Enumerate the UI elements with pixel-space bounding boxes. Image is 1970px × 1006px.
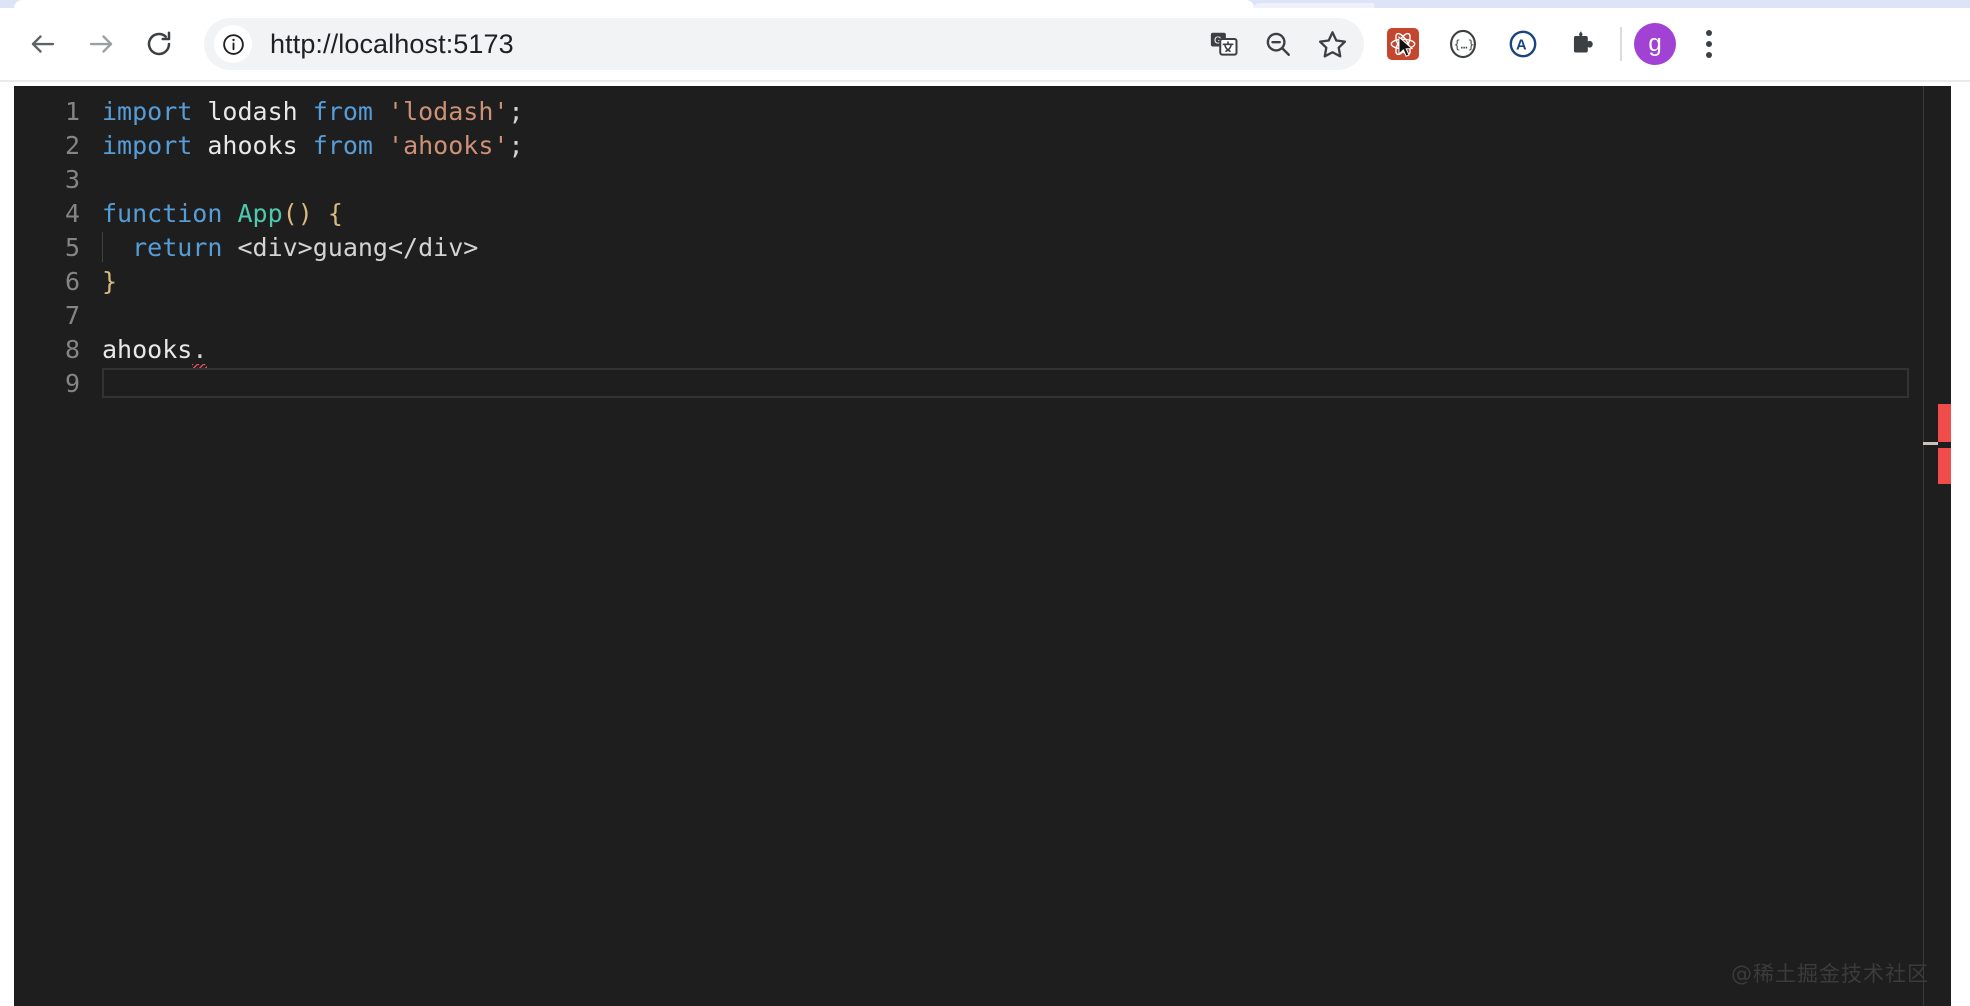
code-line[interactable]: 3 (14, 162, 1951, 196)
back-button[interactable] (20, 21, 66, 67)
line-content[interactable]: import ahooks from 'ahooks'; (102, 131, 524, 160)
menu-dot (1706, 30, 1712, 36)
translate-icon: G (1210, 32, 1238, 56)
line-number: 9 (64, 368, 80, 398)
code-line[interactable]: 4 function App() { (14, 196, 1951, 230)
zoom-out-icon (1266, 32, 1290, 56)
menu-dot (1706, 41, 1712, 47)
line-number: 2 (64, 130, 80, 160)
line-content[interactable]: function App() { (102, 199, 343, 228)
token-keyword: import (102, 96, 193, 126)
current-line-highlight (102, 368, 1909, 398)
line-number: 4 (64, 198, 80, 228)
ruler-separator (1923, 86, 1924, 1006)
address-bar[interactable]: http://localhost:5173 G (204, 18, 1364, 70)
forward-button[interactable] (78, 21, 124, 67)
forward-arrow-icon (89, 35, 113, 53)
code-line[interactable]: 5 return <div>guang</div> (14, 230, 1951, 264)
line-content[interactable]: return <div>guang</div> (102, 233, 478, 262)
puzzle-extensions-icon (1573, 31, 1593, 53)
reload-button[interactable] (136, 21, 182, 67)
reload-icon (147, 31, 171, 56)
token-identifier: lodash (192, 96, 313, 126)
token-keyword: return (132, 232, 223, 262)
token-keyword: from (312, 130, 373, 160)
token-bracket: } (102, 266, 118, 296)
react-devtools-icon (1387, 28, 1419, 60)
omnibox-actions: G (1200, 20, 1356, 68)
line-content[interactable]: import lodash from 'lodash'; (102, 97, 524, 126)
error-marker[interactable] (1938, 448, 1951, 484)
cursor-position-marker (1923, 442, 1938, 445)
code-line-current[interactable]: 9 (14, 366, 1951, 400)
code-line[interactable]: 8 ahooks. (14, 332, 1951, 369)
line-number: 1 (64, 96, 80, 126)
url-text[interactable]: http://localhost:5173 (270, 29, 514, 60)
editor-overview-ruler[interactable] (1923, 86, 1951, 1006)
browser-window: http://localhost:5173 G {…} A g 1 import… (0, 0, 1970, 1006)
extension-icons: {…} A (1378, 19, 1608, 69)
token-keyword: from (312, 96, 373, 126)
code-editor[interactable]: 1 import lodash from 'lodash'; 2 import … (14, 86, 1951, 1006)
bookmark-button[interactable] (1308, 20, 1356, 68)
svg-text:{…}: {…} (1454, 38, 1475, 52)
json-formatter-icon: {…} (1450, 29, 1476, 59)
browser-toolbar: http://localhost:5173 G {…} A g (0, 8, 1970, 80)
watermark-text: @稀土掘金技术社区 (1731, 962, 1929, 986)
token-punctuation: ; (508, 96, 524, 126)
chrome-menu-button[interactable] (1684, 19, 1734, 69)
bookmark-star-icon (1318, 30, 1346, 58)
token-jsx: <div>guang</div> (222, 232, 479, 262)
line-number: 7 (64, 300, 80, 330)
token-bracket: { (327, 198, 343, 228)
profile-avatar[interactable]: g (1634, 23, 1676, 65)
token-bracket: () (282, 198, 313, 228)
token-punctuation: ; (508, 130, 524, 160)
adblock-icon: A (1509, 30, 1537, 58)
token-keyword: import (102, 130, 193, 160)
line-number: 3 (64, 164, 80, 194)
token-keyword: function (102, 198, 223, 228)
code-line[interactable]: 6 } (14, 264, 1951, 298)
code-line[interactable]: 2 import ahooks from 'ahooks'; (14, 128, 1951, 162)
line-content[interactable]: ahooks. (102, 334, 208, 369)
token-identifier: ahooks (192, 130, 313, 160)
site-info-button[interactable] (214, 25, 252, 63)
toolbar-divider (1620, 27, 1622, 61)
json-formatter-button[interactable]: {…} (1438, 19, 1488, 69)
error-marker[interactable] (1938, 404, 1951, 442)
page-content: 1 import lodash from 'lodash'; 2 import … (0, 82, 1970, 1006)
react-devtools-button[interactable] (1378, 19, 1428, 69)
translate-button[interactable]: G (1200, 20, 1248, 68)
token-string: 'lodash' (388, 96, 509, 126)
back-arrow-icon (31, 35, 55, 53)
code-line[interactable]: 1 import lodash from 'lodash'; (14, 94, 1951, 128)
line-number: 6 (64, 266, 80, 296)
line-number: 5 (64, 232, 80, 262)
svg-text:A: A (1516, 37, 1527, 53)
extensions-button[interactable] (1558, 19, 1608, 69)
token-error-punctuation: . (192, 334, 208, 369)
adblock-button[interactable]: A (1498, 19, 1548, 69)
line-number: 8 (64, 334, 80, 364)
line-content[interactable]: } (102, 267, 117, 296)
react-atom-icon (1390, 32, 1416, 56)
menu-dot (1706, 52, 1712, 58)
code-lines: 1 import lodash from 'lodash'; 2 import … (14, 94, 1951, 400)
zoom-out-button[interactable] (1254, 20, 1302, 68)
active-tab[interactable] (14, 0, 1254, 8)
code-line[interactable]: 7 (14, 298, 1951, 332)
tab-strip (0, 0, 1970, 8)
token-string: 'ahooks' (388, 130, 509, 160)
token-identifier: ahooks (102, 334, 193, 364)
info-circle-icon (222, 33, 244, 55)
token-function-name: App (237, 198, 283, 228)
